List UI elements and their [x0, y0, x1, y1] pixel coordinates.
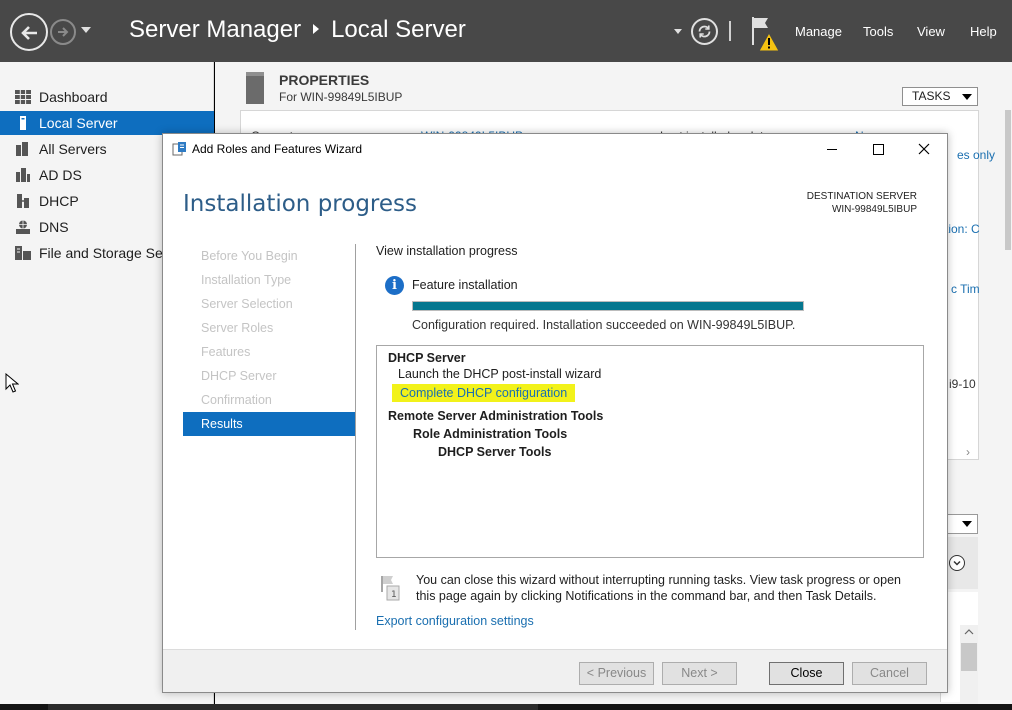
local-server-icon: [20, 116, 26, 130]
page-title: Local Server: [331, 16, 466, 43]
expand-chevron-icon[interactable]: [949, 555, 965, 571]
wizard-title: Add Roles and Features Wizard: [192, 142, 363, 156]
feature-installation-label: Feature installation: [412, 278, 518, 292]
mouse-cursor-icon: [5, 373, 19, 393]
step-confirmation[interactable]: Confirmation: [183, 388, 355, 412]
taskbar: [0, 704, 1012, 710]
processor-value: i9-10: [949, 377, 976, 391]
help-menu[interactable]: Help: [970, 24, 997, 39]
manage-menu[interactable]: Manage: [795, 24, 842, 39]
sidebar-item-dashboard[interactable]: Dashboard: [0, 85, 214, 109]
progress-fill: [413, 302, 803, 310]
sidebar-item-label: File and Storage Ser: [39, 245, 168, 261]
tools-menu[interactable]: Tools: [863, 24, 893, 39]
step-server-roles[interactable]: Server Roles: [183, 316, 355, 340]
minimize-icon: [827, 149, 837, 150]
sidebar-item-local-server[interactable]: Local Server: [0, 111, 214, 135]
close-icon: [918, 143, 930, 155]
refresh-button[interactable]: [691, 18, 718, 45]
view-menu[interactable]: View: [917, 24, 945, 39]
step-features[interactable]: Features: [183, 340, 355, 364]
properties-title: PROPERTIES: [279, 72, 370, 88]
export-configuration-link[interactable]: Export configuration settings: [376, 614, 534, 628]
updates-setting-link[interactable]: es only: [957, 148, 995, 162]
chevron-down-icon: [962, 94, 972, 100]
destination-server-value: WIN-99849L5IBUP: [831, 204, 917, 215]
wizard-footer: < Previous Next > Close Cancel: [163, 649, 947, 692]
chevron-down-icon: [962, 521, 972, 527]
file-storage-icon: [15, 246, 31, 260]
sidebar-item-label: All Servers: [39, 141, 107, 157]
add-roles-wizard-dialog: Add Roles and Features Wizard Installati…: [162, 133, 948, 693]
tasks-dropdown[interactable]: TASKS: [902, 87, 978, 106]
minimize-button[interactable]: [818, 139, 846, 159]
main-scrollbar[interactable]: [1005, 110, 1011, 250]
notification-flag-icon: 1: [381, 576, 400, 601]
info-icon: i: [385, 276, 404, 295]
step-installation-type[interactable]: Installation Type: [183, 268, 355, 292]
close-button[interactable]: Close: [769, 662, 844, 685]
back-button[interactable]: [10, 13, 48, 51]
complete-dhcp-configuration-link[interactable]: Complete DHCP configuration: [392, 384, 576, 402]
app-title: Server Manager: [129, 16, 302, 43]
scroll-thumb[interactable]: [961, 643, 977, 671]
header-divider: [729, 21, 731, 41]
cancel-button[interactable]: Cancel: [852, 662, 927, 685]
history-dropdown-icon[interactable]: [81, 27, 91, 33]
steps-divider: [355, 244, 356, 630]
step-before-you-begin[interactable]: Before You Begin: [183, 244, 355, 268]
sidebar-item-label: Dashboard: [39, 89, 108, 105]
results-box: DHCP Server Launch the DHCP post-install…: [376, 345, 924, 558]
destination-server-label: DESTINATION SERVER: [806, 191, 917, 202]
scroll-right-icon[interactable]: ›: [966, 445, 970, 459]
step-results[interactable]: Results: [183, 412, 355, 436]
dns-icon: [16, 220, 30, 234]
notifications-flag-icon[interactable]: [750, 15, 784, 53]
all-servers-icon: [16, 142, 28, 156]
time-zone-link[interactable]: c Tim: [951, 282, 980, 296]
forward-arrow-icon: [58, 27, 69, 37]
properties-subtitle: For WIN-99849L5IBUP: [279, 90, 403, 104]
next-button[interactable]: Next >: [662, 662, 737, 685]
success-message: Configuration required. Installation suc…: [412, 318, 796, 332]
sidebar-item-label: AD DS: [39, 167, 82, 183]
header-dropdown-icon[interactable]: [674, 29, 682, 34]
back-arrow-icon: [21, 26, 37, 40]
result-launch-wizard: Launch the DHCP post-install wizard: [398, 367, 602, 381]
sidebar-item-label: DNS: [39, 219, 69, 235]
maximize-icon: [873, 144, 884, 155]
result-rsat: Remote Server Administration Tools: [388, 409, 604, 423]
ad-ds-icon: [16, 168, 30, 182]
result-role-admin-tools: Role Administration Tools: [413, 427, 568, 441]
scroll-up-icon[interactable]: [960, 625, 978, 639]
tasks-label: TASKS: [912, 89, 951, 103]
result-dhcp-server-tools: DHCP Server Tools: [438, 445, 552, 459]
close-wizard-note: You can close this wizard without interr…: [416, 573, 901, 603]
breadcrumb-separator-icon: [313, 23, 320, 34]
wizard-heading: Installation progress: [183, 191, 417, 217]
maximize-button[interactable]: [864, 139, 892, 159]
step-server-selection[interactable]: Server Selection: [183, 292, 355, 316]
refresh-icon: [698, 25, 711, 38]
sidebar-item-label: DHCP: [39, 193, 79, 209]
step-dhcp-server[interactable]: DHCP Server: [183, 364, 355, 388]
taskbar-segment: [48, 704, 538, 710]
server-manager-header: Server Manager Local Server Manage Tools …: [0, 0, 1012, 62]
installation-progress-bar: [412, 301, 804, 311]
close-window-button[interactable]: [910, 139, 938, 159]
wizard-app-icon: [172, 142, 186, 156]
lower-scrollbar[interactable]: [960, 625, 978, 705]
properties-server-icon: [246, 72, 264, 104]
previous-button[interactable]: < Previous: [579, 662, 654, 685]
view-progress-label: View installation progress: [376, 244, 518, 258]
configuration-link[interactable]: tion: C: [945, 222, 980, 236]
result-dhcp-server: DHCP Server: [388, 351, 466, 365]
dhcp-icon: [17, 194, 29, 208]
sidebar-item-label: Local Server: [39, 115, 118, 131]
svg-text:1: 1: [391, 590, 397, 600]
dashboard-icon: [15, 90, 31, 104]
breadcrumb: Server Manager Local Server: [129, 16, 466, 44]
forward-button[interactable]: [50, 19, 76, 45]
